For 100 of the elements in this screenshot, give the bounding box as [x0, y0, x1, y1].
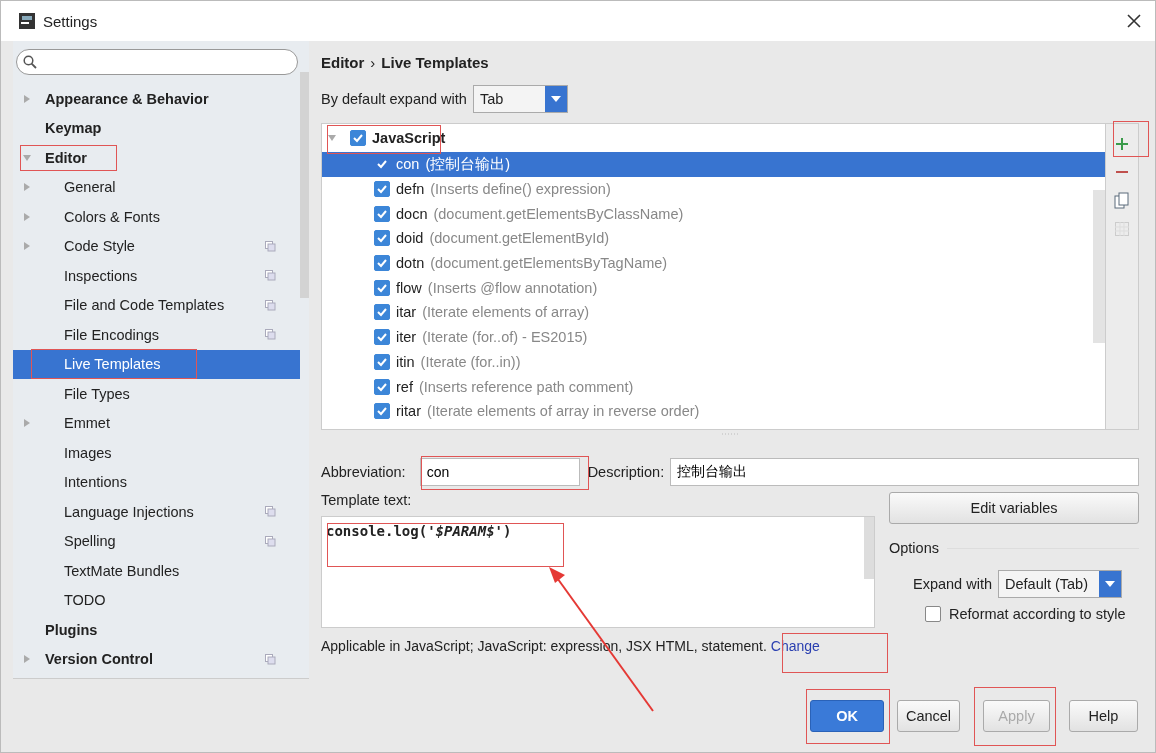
- template-description: (document.getElementsByTagName): [430, 255, 668, 272]
- section-title: Options: [889, 540, 939, 556]
- checkbox[interactable]: [925, 606, 941, 622]
- checkbox[interactable]: [374, 329, 390, 346]
- dialog-button[interactable]: Help: [1069, 699, 1138, 732]
- tree-item[interactable]: File and Code Templates: [13, 290, 300, 320]
- tree-item[interactable]: Version Control: [13, 644, 300, 674]
- checkbox[interactable]: [374, 279, 390, 296]
- app-icon: [19, 13, 35, 29]
- close-icon[interactable]: [1127, 14, 1141, 28]
- template-row[interactable]: docn (document.getElementsByClassName): [322, 201, 1093, 227]
- dropdown-arrow-icon: [1105, 581, 1115, 587]
- checkbox[interactable]: [374, 403, 390, 420]
- tree-item[interactable]: TODO: [13, 585, 300, 615]
- template-row[interactable]: ref (Inserts reference path comment): [322, 374, 1093, 399]
- expand-arrow-icon[interactable]: [23, 655, 31, 664]
- template-abbreviation: con: [396, 156, 420, 173]
- dropdown-arrow-icon: [550, 96, 561, 102]
- expand-arrow-icon[interactable]: [23, 94, 31, 103]
- tree-item[interactable]: Appearance & Behavior: [13, 84, 300, 114]
- template-description: (Iterate elements of array in reverse order): [427, 403, 700, 420]
- expand-arrow-icon[interactable]: [23, 419, 31, 428]
- scrollbar[interactable]: [1093, 190, 1105, 343]
- tree-item[interactable]: Intentions: [13, 467, 300, 497]
- tree-item[interactable]: Language Injections: [13, 497, 300, 527]
- checkbox[interactable]: [374, 304, 390, 321]
- template-abbreviation: ritar: [396, 403, 421, 420]
- field-label: Template text:: [321, 492, 413, 510]
- tree-item[interactable]: Code Style: [13, 231, 300, 261]
- template-text-editor[interactable]: console.log('$PARAM$'): [321, 516, 875, 628]
- template-row[interactable]: iter (Iterate (for..of) - ES2015): [322, 324, 1093, 350]
- template-abbreviation: ref: [396, 378, 413, 395]
- checkbox-label: Reformat according to style: [949, 606, 1126, 622]
- tree-item[interactable]: Inspections: [13, 261, 300, 291]
- breadcrumb-item: Live Templates: [381, 53, 489, 71]
- template-row[interactable]: ritar (Iterate elements of array in reverse order): [322, 398, 1093, 424]
- breadcrumb-item: Editor: [321, 53, 365, 71]
- template-description: (document.getElementsByClassName): [433, 205, 684, 222]
- tree-item[interactable]: Colors & Fonts: [13, 202, 300, 232]
- template-abbreviation: defn: [396, 181, 425, 198]
- template-row[interactable]: itar (Iterate elements of array): [322, 300, 1093, 325]
- template-description: (document.getElementById): [429, 230, 610, 247]
- scrollbar[interactable]: [300, 72, 309, 298]
- template-description: (Inserts define() expression): [430, 181, 611, 198]
- template-abbreviation: docn: [396, 205, 428, 222]
- template-description: (Iterate (for..of) - ES2015): [422, 329, 588, 346]
- checkbox[interactable]: [374, 378, 390, 395]
- expand-arrow-icon[interactable]: [23, 242, 31, 251]
- scrollbar[interactable]: [864, 517, 874, 579]
- field-label: Description:: [587, 464, 665, 480]
- expand-arrow-icon[interactable]: [23, 183, 31, 192]
- checkbox[interactable]: [374, 205, 390, 222]
- tree-item[interactable]: Spelling: [13, 526, 300, 556]
- template-abbreviation: doid: [396, 230, 424, 247]
- dialog-button[interactable]: OK: [810, 699, 884, 732]
- template-description: (Inserts reference path comment): [418, 378, 634, 395]
- tree-item[interactable]: Editor: [13, 143, 300, 173]
- tree-item[interactable]: Plugins: [13, 615, 300, 645]
- checkbox[interactable]: [374, 181, 390, 198]
- template-abbreviation: flow: [396, 279, 422, 296]
- add-icon[interactable]: [1114, 136, 1130, 152]
- description-field[interactable]: 控制台输出: [670, 458, 1139, 486]
- field-label: By default expand with: [321, 91, 467, 107]
- tree-item[interactable]: Emmet: [13, 408, 300, 438]
- dialog-button[interactable]: Cancel: [897, 699, 960, 732]
- expand-dropdown[interactable]: Tab: [472, 85, 568, 113]
- edit-variables-button[interactable]: Edit variables: [889, 492, 1139, 524]
- template-row[interactable]: dotn (document.getElementsByTagName): [322, 250, 1093, 276]
- expand-arrow-icon[interactable]: [23, 153, 31, 162]
- template-abbreviation: itar: [396, 304, 417, 321]
- annotation-frame: [1113, 121, 1149, 157]
- tree-item[interactable]: Keymap: [13, 113, 300, 143]
- tree-item[interactable]: File Types: [13, 379, 300, 409]
- copy-icon[interactable]: [1114, 192, 1130, 210]
- abbreviation-field[interactable]: con: [419, 458, 580, 486]
- template-row[interactable]: flow (Inserts @flow annotation): [322, 275, 1093, 301]
- checkbox[interactable]: [374, 230, 390, 247]
- search-field[interactable]: [16, 49, 298, 75]
- template-abbreviation: dotn: [396, 255, 425, 272]
- expand-with-dropdown[interactable]: Default (Tab): [998, 570, 1122, 598]
- tree-item[interactable]: Live Templates: [13, 349, 300, 379]
- breadcrumb-separator: ›: [370, 53, 376, 71]
- template-description: (Inserts @flow annotation): [427, 279, 598, 296]
- tree-item[interactable]: TextMate Bundles: [13, 556, 300, 586]
- expand-arrow-icon[interactable]: [328, 134, 336, 142]
- checkbox[interactable]: [350, 130, 366, 146]
- search-icon: [23, 55, 37, 69]
- expand-arrow-icon[interactable]: [23, 212, 31, 221]
- template-description: (Iterate elements of array): [422, 304, 589, 321]
- tree-item[interactable]: Images: [13, 438, 300, 468]
- checkbox[interactable]: [374, 353, 390, 370]
- checkbox[interactable]: [374, 255, 390, 272]
- template-abbreviation: itin: [396, 353, 415, 370]
- tree-item[interactable]: General: [13, 172, 300, 202]
- template-row[interactable]: con (控制台输出): [322, 152, 1105, 177]
- template-row[interactable]: itin (Iterate (for..in)): [322, 349, 1093, 375]
- template-row[interactable]: defn (Inserts define() expression): [322, 176, 1093, 202]
- template-row[interactable]: doid (document.getElementById): [322, 226, 1093, 251]
- tree-item[interactable]: File Encodings: [13, 320, 300, 350]
- template-description: (Iterate (for..in)): [420, 353, 521, 370]
